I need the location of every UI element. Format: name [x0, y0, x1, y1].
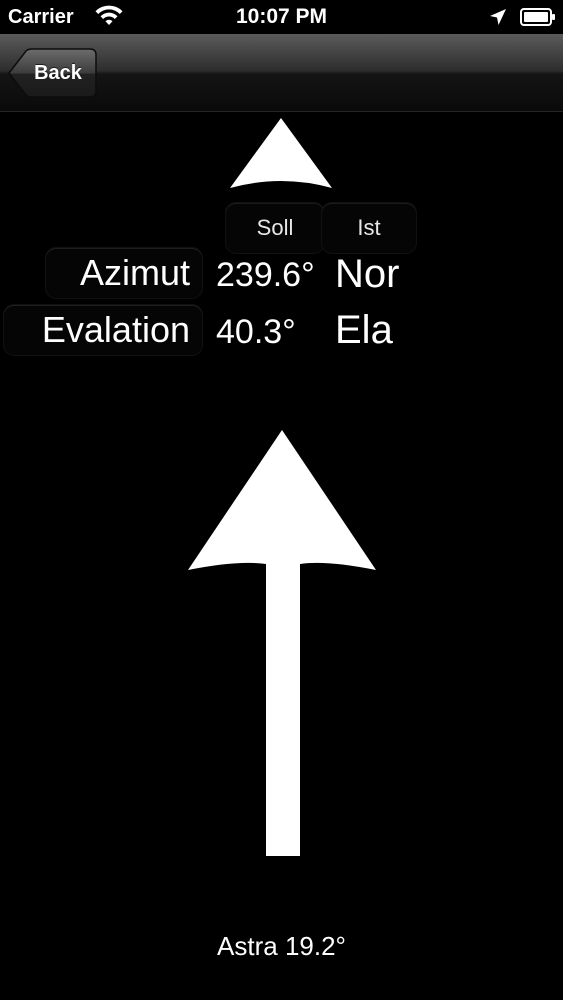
- direction-arrow-icon: [188, 430, 376, 856]
- ist-value-evalation: Ela: [335, 308, 393, 352]
- soll-value-evalation: 40.3°: [216, 313, 296, 351]
- column-header-soll: Soll: [226, 203, 324, 253]
- navigation-bar: Back: [0, 34, 563, 112]
- satellite-label: Astra 19.2°: [217, 931, 346, 961]
- column-header-ist: Ist: [322, 203, 416, 253]
- status-bar: Carrier 10:07 PM: [0, 0, 563, 34]
- ist-value-azimut: Nor: [335, 252, 400, 296]
- back-button-label: Back: [34, 62, 82, 84]
- soll-value-azimut: 239.6°: [216, 256, 315, 294]
- elevation-arrow-icon: [230, 118, 332, 188]
- row-label-evalation: Evalation: [4, 305, 202, 355]
- battery-icon: [520, 8, 555, 26]
- location-icon: [490, 9, 506, 25]
- back-button[interactable]: Back: [8, 48, 97, 98]
- clock: 10:07 PM: [235, 5, 328, 28]
- row-label-azimut: Azimut: [46, 248, 202, 298]
